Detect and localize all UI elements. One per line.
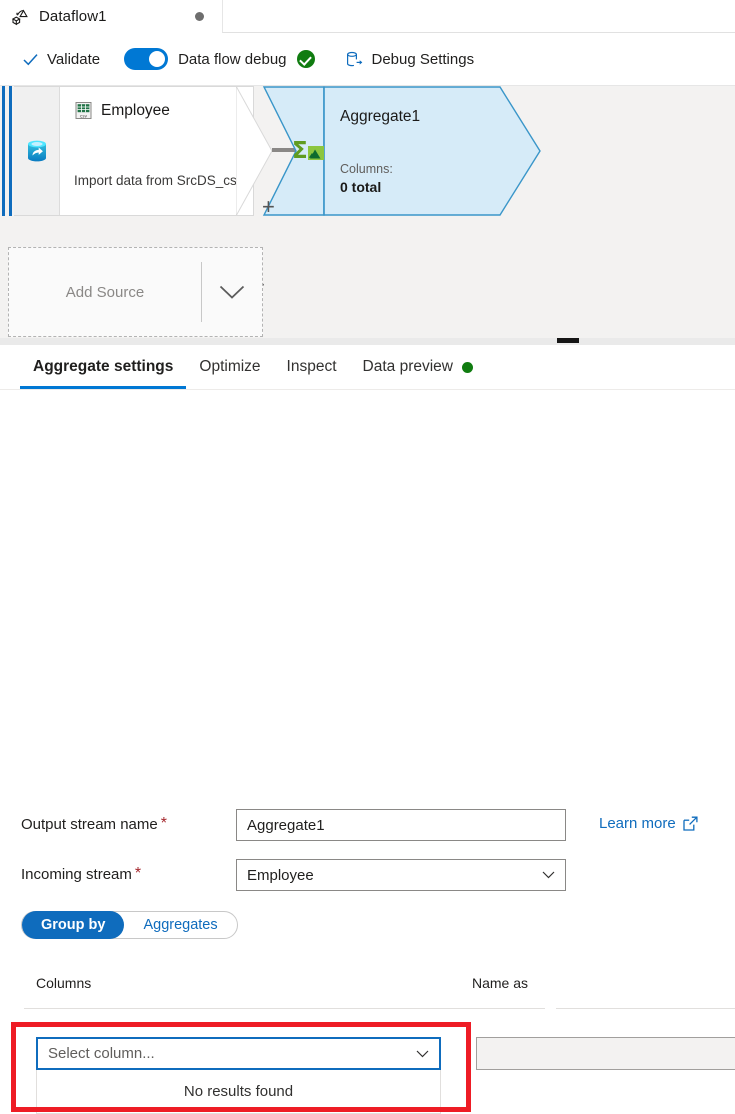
validate-button[interactable]: Validate [16,42,106,76]
tab-inspect[interactable]: Inspect [274,345,350,389]
tab-inspect-label: Inspect [287,358,337,376]
add-source-chevron-down-icon[interactable] [202,285,262,300]
aggregate-node-title: Aggregate1 [340,108,420,126]
pivot-aggregates-label: Aggregates [143,917,217,933]
incoming-stream-select[interactable]: Employee [236,859,566,891]
tab-optimize[interactable]: Optimize [186,345,273,389]
data-flow-debug-control: Data flow debug [124,48,314,70]
external-link-icon [683,816,698,831]
debug-settings-button[interactable]: Debug Settings [339,42,481,76]
dataflow-canvas[interactable]: csv Employee Import data from SrcDS_csv … [0,86,735,338]
output-stream-name-row: Output stream name * [21,815,167,833]
toggle-knob [149,51,165,67]
dataflow-toolbar: Validate Data flow debug Debug Settings [0,33,735,86]
chevron-down-icon [542,871,555,879]
output-stream-name-input[interactable] [236,809,566,841]
window-tab-strip: Dataflow1 [0,0,735,33]
tab-aggregate-settings-label: Aggregate settings [33,358,173,376]
incoming-stream-value: Employee [247,867,542,884]
tab-optimize-label: Optimize [199,358,260,376]
add-source-box[interactable]: Add Source [8,247,263,337]
sigma-aggregate-icon: Σ [286,132,330,168]
debug-settings-label: Debug Settings [372,51,475,68]
table-header-divider-left [24,1008,545,1009]
tab-dataflow1[interactable]: Dataflow1 [0,0,222,33]
aggregate-node-columns-label: Columns: [340,162,393,176]
highlight-annotation-rectangle [11,1022,471,1112]
incoming-stream-row: Incoming stream * [21,865,141,883]
canvas-left-rail-1 [2,86,5,216]
source-node-body: csv Employee [60,87,253,215]
tab-aggregate-settings[interactable]: Aggregate settings [20,345,186,389]
canvas-left-rail-2 [9,86,12,216]
source-node-employee[interactable]: csv Employee Import data from SrcDS_csv [14,86,254,216]
data-flow-debug-label: Data flow debug [178,51,286,68]
add-source-label: Add Source [9,284,201,301]
learn-more-label: Learn more [599,815,676,832]
pivot-group-by[interactable]: Group by [22,911,124,939]
tab-data-preview-label: Data preview [363,358,453,376]
incoming-stream-label: Incoming stream [21,866,132,883]
validate-label: Validate [47,51,100,68]
data-preview-status-dot-icon [462,362,473,373]
source-node-title: Employee [101,102,170,120]
settings-panel-tabs: Aggregate settings Optimize Inspect Data… [0,345,735,390]
panel-splitter[interactable] [0,338,735,345]
source-node-icon-panel [14,87,60,215]
output-stream-name-required: * [161,815,167,833]
tab-data-preview[interactable]: Data preview [350,345,486,389]
table-header-name-as: Name as [472,975,528,991]
aggregate-node-columns-total: 0 total [340,179,381,195]
unsaved-indicator-icon [195,12,204,21]
dataflow-icon [10,6,32,28]
success-check-icon [297,50,315,68]
table-header-divider-right [556,1008,735,1009]
name-as-input [476,1037,735,1070]
tab-title: Dataflow1 [39,8,107,25]
pivot-aggregates[interactable]: Aggregates [124,911,236,939]
table-header-columns: Columns [36,975,91,991]
learn-more-link[interactable]: Learn more [599,815,698,832]
pivot-group-by-label: Group by [41,917,105,933]
checkmark-icon [22,51,39,68]
source-node-subtitle: Import data from SrcDS_csv [74,173,244,188]
svg-text:Σ: Σ [292,138,308,163]
database-export-icon [345,50,364,69]
resize-handle[interactable] [557,338,579,343]
csv-file-icon: csv [74,101,93,120]
azure-data-lake-icon [23,137,51,165]
aggregate-node-aggregate1[interactable]: Σ Aggregate1 Columns: 0 total [262,86,542,216]
data-flow-debug-toggle[interactable] [124,48,168,70]
svg-text:csv: csv [80,113,87,118]
output-stream-name-label: Output stream name [21,816,158,833]
incoming-stream-required: * [135,865,141,883]
aggregate-node-add-icon[interactable]: + [262,196,275,218]
aggregate-settings-form: Output stream name * Incoming stream * E… [0,390,735,724]
tab-strip-empty-area [222,0,735,33]
groupby-aggregates-pivot: Group by Aggregates [21,911,238,939]
